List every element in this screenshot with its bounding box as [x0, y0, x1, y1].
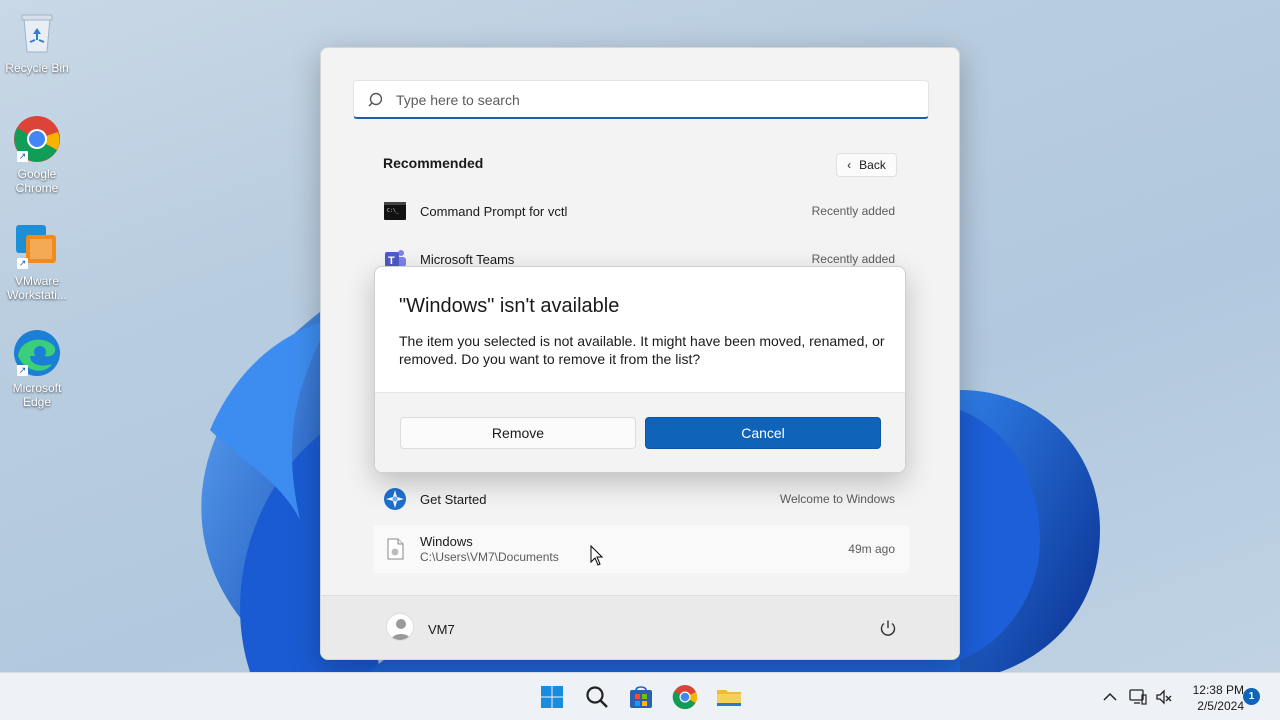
- item-name: Get Started: [420, 492, 487, 507]
- power-icon[interactable]: [878, 618, 898, 638]
- dialog-title: "Windows" isn't available: [399, 295, 620, 317]
- desktop-icon-label: VMware Workstati...: [7, 274, 67, 302]
- desktop-icon-recycle-bin[interactable]: Recycle Bin: [4, 8, 70, 75]
- item-name: Windows: [420, 534, 473, 549]
- clock-time: 12:38 PM: [1192, 683, 1244, 697]
- shortcut-arrow-icon: ↗: [17, 258, 28, 269]
- start-icon[interactable]: [538, 683, 566, 711]
- dialog-footer: Remove Cancel: [375, 392, 905, 472]
- chrome-icon: ↗: [12, 114, 62, 164]
- user-avatar[interactable]: [386, 613, 414, 641]
- unavailable-dialog: "Windows" isn't available The item you s…: [374, 266, 906, 473]
- recommended-item-get-started[interactable]: Get Started Welcome to Windows: [373, 477, 909, 521]
- user-icon: [391, 619, 411, 640]
- item-name: Microsoft Teams: [420, 252, 515, 267]
- search-icon: [368, 92, 383, 107]
- item-name: Command Prompt for vctl: [420, 204, 568, 219]
- back-button[interactable]: ‹ Back: [836, 153, 897, 177]
- item-time: Recently added: [811, 252, 895, 266]
- clock[interactable]: 12:38 PM 2/5/2024: [1180, 682, 1244, 714]
- item-time: 49m ago: [848, 542, 895, 556]
- dialog-message: The item you selected is not available. …: [399, 333, 885, 367]
- back-label: Back: [859, 158, 886, 172]
- chevron-up-icon[interactable]: [1100, 687, 1120, 707]
- recommended-title: Recommended: [383, 155, 484, 171]
- item-time: Welcome to Windows: [779, 492, 895, 506]
- search-input[interactable]: [396, 89, 896, 111]
- svg-text:C:\_: C:\_: [387, 208, 400, 214]
- recommended-item-windows[interactable]: Windows C:\Users\VM7\Documents 49m ago: [373, 525, 909, 573]
- recycle-bin-icon: [12, 8, 62, 58]
- search-box[interactable]: [353, 80, 929, 119]
- chrome-icon[interactable]: [671, 683, 699, 711]
- notification-badge[interactable]: 1: [1243, 688, 1260, 705]
- desktop-icon-vmware[interactable]: ↗ VMware Workstati...: [4, 221, 70, 302]
- volume-muted-icon[interactable]: [1154, 687, 1174, 707]
- desktop-icon-chrome[interactable]: ↗ Google Chrome: [4, 114, 70, 195]
- store-icon[interactable]: [627, 683, 655, 711]
- vmware-icon: ↗: [12, 221, 62, 271]
- item-time: Recently added: [811, 204, 895, 218]
- mouse-cursor-icon: [590, 545, 604, 566]
- chevron-left-icon: ‹: [847, 158, 852, 172]
- shortcut-arrow-icon: ↗: [17, 151, 28, 162]
- taskbar: 12:38 PM 2/5/2024 1: [0, 672, 1280, 720]
- desktop-icon-label: Recycle Bin: [5, 61, 69, 75]
- edge-icon: ↗: [12, 328, 62, 378]
- recommended-item-command-prompt[interactable]: C:\_ Command Prompt for vctl Recently ad…: [373, 189, 909, 233]
- cancel-button[interactable]: Cancel: [645, 417, 881, 449]
- shortcut-arrow-icon: ↗: [17, 365, 28, 376]
- remove-button[interactable]: Remove: [400, 417, 636, 449]
- network-icon[interactable]: [1128, 687, 1148, 707]
- get-started-icon: [384, 488, 406, 510]
- command-prompt-icon: C:\_: [384, 202, 406, 220]
- clock-date: 2/5/2024: [1197, 699, 1244, 713]
- start-footer: VM7: [321, 595, 959, 659]
- user-name[interactable]: VM7: [428, 622, 455, 637]
- item-path: C:\Users\VM7\Documents: [420, 550, 559, 564]
- desktop-icon-edge[interactable]: ↗ Microsoft Edge: [4, 328, 70, 409]
- file-icon: [387, 538, 404, 560]
- file-explorer-icon[interactable]: [715, 683, 743, 711]
- search-icon[interactable]: [583, 683, 611, 711]
